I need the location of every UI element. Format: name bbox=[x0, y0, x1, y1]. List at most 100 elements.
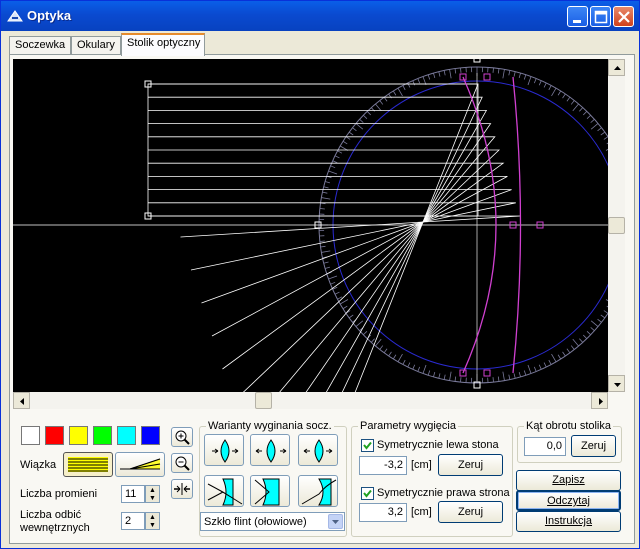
beam-color-swatch[interactable] bbox=[117, 426, 136, 445]
protractor-tick bbox=[600, 131, 606, 136]
rotation-reset-button[interactable]: Zeruj bbox=[571, 435, 616, 457]
tab-label: Soczewka bbox=[15, 39, 66, 51]
beam-color-swatch[interactable] bbox=[21, 426, 40, 445]
scroll-left-button[interactable] bbox=[13, 392, 30, 409]
app-icon bbox=[7, 10, 23, 22]
scroll-up-button[interactable] bbox=[608, 59, 625, 76]
internal-reflections-spinner[interactable]: ▲ ▼ bbox=[145, 512, 160, 530]
vertical-scrollbar[interactable] bbox=[608, 59, 625, 392]
plano-convex-left-icon bbox=[207, 478, 243, 506]
protractor-tick bbox=[321, 197, 331, 200]
parallel-beam-button[interactable] bbox=[63, 452, 113, 477]
save-button-label: Zapisz bbox=[552, 474, 585, 486]
protractor-tick bbox=[508, 374, 511, 380]
protractor-tick bbox=[513, 373, 516, 379]
arrow-down-icon bbox=[614, 383, 621, 387]
protractor-tick bbox=[502, 69, 505, 79]
internal-reflections-label-line2: wewnętrznych bbox=[20, 522, 90, 534]
minimize-icon bbox=[573, 20, 581, 23]
internal-reflections-input[interactable]: 2 bbox=[121, 512, 145, 530]
handle-lens-right-top[interactable] bbox=[483, 73, 491, 81]
beam-color-swatch[interactable] bbox=[93, 426, 112, 445]
symmetric-left-label: Symetrycznie lewa stona bbox=[377, 439, 499, 451]
material-select[interactable]: Szkło flint (ołowiowe) bbox=[200, 512, 345, 531]
protractor-tick bbox=[566, 96, 571, 102]
handle-lens-top[interactable] bbox=[473, 59, 481, 63]
right-reset-button[interactable]: Zeruj bbox=[438, 501, 503, 523]
bend-variant-left-button[interactable] bbox=[204, 475, 244, 507]
horizontal-scrollbar[interactable] bbox=[13, 392, 608, 409]
left-bend-unit: [cm] bbox=[411, 459, 432, 471]
ray-count-input[interactable]: 11 bbox=[121, 485, 145, 503]
protractor-tick bbox=[548, 359, 552, 365]
protractor-tick bbox=[570, 100, 575, 105]
protractor-tick bbox=[460, 377, 462, 383]
vertical-scroll-thumb[interactable] bbox=[608, 217, 625, 234]
protractor-tick bbox=[379, 100, 384, 105]
tab-stolik-optyczny[interactable]: Stolik optyczny bbox=[121, 33, 205, 56]
protractor-tick bbox=[497, 376, 500, 382]
instruction-button[interactable]: Instrukcja bbox=[516, 511, 621, 532]
protractor-tick bbox=[438, 71, 441, 77]
protractor-tick bbox=[379, 345, 384, 350]
tab-okulary[interactable]: Okulary bbox=[71, 36, 121, 55]
protractor-tick bbox=[586, 330, 591, 336]
parallel-beam-icon bbox=[68, 457, 108, 472]
spin-down-icon[interactable]: ▼ bbox=[146, 494, 159, 503]
handle-lens-right-bottom[interactable] bbox=[483, 369, 491, 377]
left-bend-input[interactable]: -3,2 bbox=[359, 456, 407, 475]
checkmark-icon bbox=[363, 441, 372, 450]
zoom-out-button[interactable] bbox=[171, 453, 193, 473]
plano-convex-right-icon bbox=[301, 478, 337, 506]
protractor-tick bbox=[590, 123, 599, 130]
protractor-tick bbox=[527, 76, 532, 86]
close-icon bbox=[618, 11, 630, 23]
protractor-tick bbox=[597, 127, 602, 132]
read-button[interactable]: Odczytaj bbox=[516, 490, 621, 511]
protractor-tick bbox=[557, 90, 562, 96]
symmetric-bend-button[interactable] bbox=[250, 434, 290, 466]
right-bend-input[interactable]: 3,2 bbox=[359, 503, 407, 522]
mixed-bend-button[interactable] bbox=[298, 434, 338, 466]
beam-color-swatch[interactable] bbox=[45, 426, 64, 445]
biconvex-lens-button[interactable] bbox=[204, 434, 244, 466]
minimize-button[interactable] bbox=[567, 6, 588, 27]
tab-soczewka[interactable]: Soczewka bbox=[9, 36, 71, 55]
zoom-in-button[interactable] bbox=[171, 427, 193, 447]
protractor-tick bbox=[412, 80, 416, 86]
left-reset-button[interactable]: Zeruj bbox=[438, 454, 503, 476]
protractor-tick bbox=[557, 354, 562, 360]
beam-color-swatch[interactable] bbox=[141, 426, 160, 445]
spin-down-icon[interactable]: ▼ bbox=[146, 521, 159, 530]
bend-variant-right-button[interactable] bbox=[298, 475, 338, 507]
light-ray bbox=[148, 202, 516, 271]
rotation-angle-input[interactable]: 0,0 bbox=[524, 437, 566, 456]
beam-color-swatch[interactable] bbox=[69, 426, 88, 445]
point-beam-button[interactable] bbox=[115, 452, 165, 477]
maximize-button[interactable] bbox=[590, 6, 611, 27]
protractor-tick bbox=[538, 80, 542, 86]
protractor-tick bbox=[443, 374, 446, 380]
symmetric-right-label: Symetrycznie prawa strona bbox=[377, 487, 510, 499]
ray-count-spinner[interactable]: ▲ ▼ bbox=[145, 485, 160, 503]
protractor-tick bbox=[366, 111, 372, 116]
close-button[interactable] bbox=[613, 6, 634, 27]
protractor-tick bbox=[538, 364, 542, 370]
protractor-tick bbox=[355, 320, 364, 327]
title-bar[interactable]: Optyka bbox=[1, 1, 639, 31]
optical-bench-canvas[interactable] bbox=[13, 59, 608, 392]
dropdown-arrow-icon[interactable] bbox=[328, 514, 343, 529]
symmetric-left-checkbox[interactable] bbox=[361, 439, 374, 452]
protractor-tick bbox=[492, 67, 494, 73]
bend-variant-center-button[interactable] bbox=[250, 475, 290, 507]
protractor-tick bbox=[319, 208, 325, 210]
protractor-tick bbox=[397, 353, 403, 363]
scroll-down-button[interactable] bbox=[608, 375, 625, 392]
save-button[interactable]: Zapisz bbox=[516, 470, 621, 491]
protractor-tick bbox=[392, 354, 397, 360]
light-ray bbox=[148, 136, 496, 392]
horizontal-scroll-thumb[interactable] bbox=[255, 392, 272, 409]
scroll-right-button[interactable] bbox=[591, 392, 608, 409]
fit-view-button[interactable] bbox=[171, 479, 193, 499]
symmetric-right-checkbox[interactable] bbox=[361, 487, 374, 500]
